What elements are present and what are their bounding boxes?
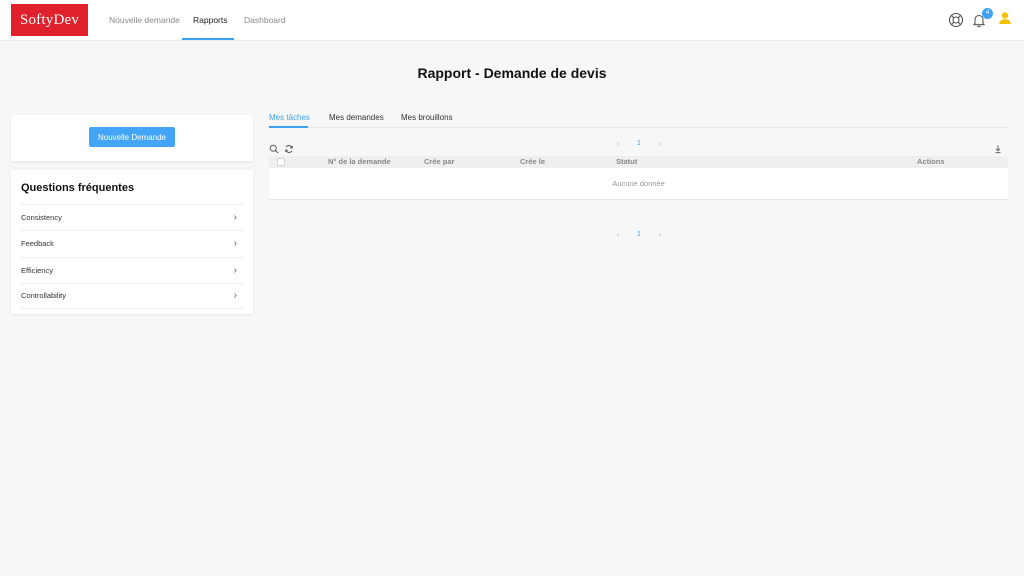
chevron-right-icon: › [233,212,237,224]
faq-item-label: Efficiency [21,265,53,275]
chevron-right-icon: › [233,264,237,276]
tab-active-indicator [269,126,308,128]
column-header-numero[interactable]: N° de la demande [328,156,391,168]
faq-item-label: Feedback [21,239,54,249]
page-title: Rapport - Demande de devis [417,65,607,81]
nav-rapports[interactable]: Rapports [193,0,228,41]
chevron-right-icon: › [233,290,237,302]
select-all-checkbox[interactable] [277,158,285,166]
table-header: N° de la demande Crée par Crée le Statut… [269,156,1008,168]
column-header-cree-le[interactable]: Crée le [520,156,545,168]
nav-active-indicator [182,38,234,40]
column-header-statut[interactable]: Statut [616,156,637,168]
chevron-right-icon[interactable]: › [658,230,661,239]
chevron-right-icon: › [233,238,237,250]
notification-badge: 4 [982,8,993,19]
pagination-top: ‹ 1 › [617,138,661,148]
tabs-divider [269,127,1008,128]
new-request-button[interactable]: Nouvelle Demande [89,127,175,147]
top-header: SoftyDev Nouvelle demande Rapports Dashb… [0,0,1024,41]
faq-item-consistency[interactable]: Consistency › [21,204,243,230]
faq-item-feedback[interactable]: Feedback › [21,230,243,256]
tab-mes-taches[interactable]: Mes tâches [269,113,310,122]
pagination-bottom: ‹ 1 › [617,229,661,239]
new-request-card: Nouvelle Demande [11,115,253,161]
softydev-logo[interactable]: SoftyDev [11,4,88,36]
user-icon[interactable] [998,11,1014,27]
chevron-left-icon[interactable]: ‹ [617,139,620,148]
page-number[interactable]: 1 [637,231,641,238]
faq-title: Questions fréquentes [21,182,135,194]
faq-item-label: Controllability [21,291,67,301]
faq-list: Consistency › Feedback › Efficiency › Co… [21,204,243,309]
search-icon[interactable] [269,141,279,154]
chevron-right-icon[interactable]: › [658,139,661,148]
refresh-icon[interactable] [284,141,294,153]
page-number[interactable]: 1 [637,140,641,147]
lifebuoy-icon[interactable] [948,12,964,28]
download-icon[interactable] [993,141,1003,154]
faq-item-label: Consistency [21,213,62,223]
nav-nouvelle-demande[interactable]: Nouvelle demande [109,0,180,41]
faq-item-efficiency[interactable]: Efficiency › [21,256,243,283]
nav-dashboard[interactable]: Dashboard [244,0,286,41]
tab-mes-demandes[interactable]: Mes demandes [329,113,384,122]
empty-state-text: Aucune donnée [612,179,665,188]
column-header-actions: Actions [917,157,945,166]
chevron-left-icon[interactable]: ‹ [617,230,620,239]
faq-card: Questions fréquentes Consistency › Feedb… [11,170,253,314]
tab-mes-brouillons[interactable]: Mes brouillons [401,113,453,122]
column-header-cree-par[interactable]: Crée par [424,156,454,168]
faq-item-controllability[interactable]: Controllability › [21,282,243,309]
table-body: Aucune donnée [269,168,1008,200]
